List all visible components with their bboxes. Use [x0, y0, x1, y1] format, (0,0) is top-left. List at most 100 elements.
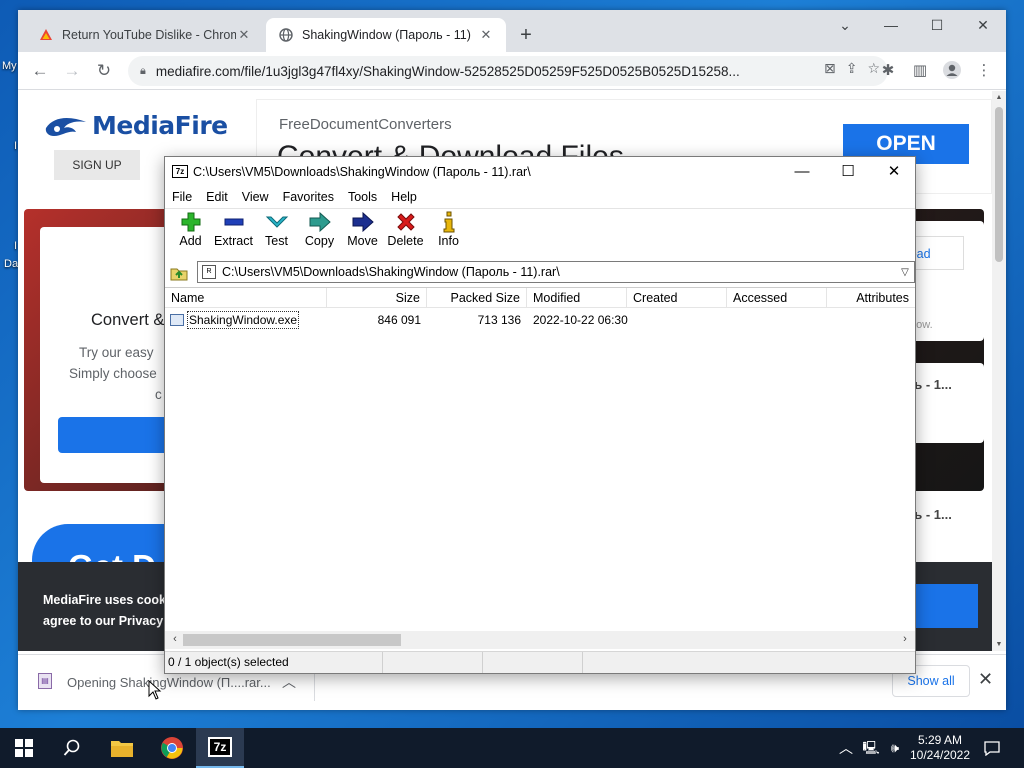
column-header-packed-size[interactable]: Packed Size [427, 288, 527, 307]
file-name[interactable]: ShakingWindow.exe [187, 311, 300, 329]
close-window-button[interactable]: ✕ [960, 10, 1006, 42]
mouse-cursor-icon [148, 680, 162, 700]
close-download-shelf-icon[interactable]: ✕ [978, 669, 993, 690]
horizontal-scrollbar[interactable]: ‹ › [165, 631, 915, 649]
column-header-created[interactable]: Created [627, 288, 727, 307]
profile-avatar-icon[interactable] [940, 60, 964, 84]
promo-card-text: c [155, 387, 162, 402]
table-row[interactable]: ShakingWindow.exe 846 091 713 136 2022-1… [165, 310, 915, 330]
lock-icon[interactable]: 🔒︎ [140, 65, 146, 78]
column-header-modified[interactable]: Modified [527, 288, 627, 307]
copy-button[interactable]: Copy [298, 210, 341, 256]
desktop-icon-label[interactable]: Da [4, 258, 18, 270]
tab-shakingwindow[interactable]: ShakingWindow (Пароль - 11) ✕ [266, 18, 506, 52]
download-item-status[interactable]: Opening ShakingWindow (П....rar... [67, 675, 271, 690]
folder-up-icon[interactable] [170, 263, 188, 281]
info-button[interactable]: Info [427, 210, 470, 256]
path-combobox[interactable]: R C:\Users\VM5\Downloads\ShakingWindow (… [197, 261, 915, 283]
status-cell [483, 652, 583, 673]
menu-bar: File Edit View Favorites Tools Help [165, 187, 915, 207]
start-button[interactable] [0, 728, 48, 768]
menu-file[interactable]: File [172, 187, 192, 207]
search-button[interactable] [48, 728, 96, 768]
column-header-accessed[interactable]: Accessed [727, 288, 827, 307]
url-text[interactable]: mediafire.com/file/1u3jgl3g47fl4xy/Shaki… [156, 64, 816, 79]
page-scrollbar[interactable]: ▲ ▼ [992, 91, 1006, 651]
maximize-button[interactable]: ☐ [825, 157, 871, 187]
promo-card-text: Try our easy [79, 345, 154, 360]
share-icon[interactable]: ⇪ [846, 60, 858, 77]
add-label: Add [179, 234, 202, 248]
show-hidden-icons-chevron-icon[interactable]: ︿ [836, 728, 856, 768]
7zip-taskbar-button[interactable]: 7z [196, 728, 244, 768]
minimize-button[interactable]: — [779, 157, 825, 187]
chrome-menu-icon[interactable]: ⋮ [972, 60, 996, 84]
network-icon[interactable]: 🖳︎ [860, 728, 882, 768]
column-header-attributes[interactable]: Attributes [827, 288, 915, 307]
file-explorer-button[interactable] [98, 728, 146, 768]
chevron-up-icon[interactable]: ︿ [282, 672, 296, 692]
scroll-right-arrow-icon[interactable]: › [897, 633, 913, 645]
minus-icon [212, 210, 255, 234]
logo-text: MediaFire [92, 111, 228, 140]
delete-button[interactable]: Delete [384, 210, 427, 256]
path-text[interactable]: C:\Users\VM5\Downloads\ShakingWindow (Па… [222, 265, 896, 279]
7zip-logo-icon: 7z [208, 737, 232, 757]
maximize-button[interactable]: ☐ [914, 10, 960, 42]
move-button[interactable]: Move [341, 210, 384, 256]
menu-view[interactable]: View [242, 187, 269, 207]
notification-center-icon[interactable] [980, 728, 1004, 768]
tab-strip: Return YouTube Dislike - Chrome ✕ Shakin… [18, 10, 1006, 52]
menu-tools[interactable]: Tools [348, 187, 377, 207]
promo-card-text: Simply choose [69, 366, 157, 381]
delete-x-icon [384, 210, 427, 234]
tab-close-icon[interactable]: ✕ [236, 27, 252, 43]
file-name-cell[interactable]: ShakingWindow.exe [165, 310, 327, 330]
blocked-popup-icon[interactable]: ⊠ [824, 60, 836, 77]
browser-toolbar: ← → ↻ 🔒︎ mediafire.com/file/1u3jgl3g47fl… [18, 52, 1006, 90]
address-bar[interactable]: 🔒︎ mediafire.com/file/1u3jgl3g47fl4xy/Sh… [128, 56, 888, 86]
scrollbar-thumb[interactable] [995, 107, 1003, 262]
sign-up-button[interactable]: SIGN UP [54, 150, 140, 180]
extract-button[interactable]: Extract [212, 210, 255, 256]
volume-icon[interactable]: 🕪︎ [884, 728, 906, 768]
scroll-left-arrow-icon[interactable]: ‹ [167, 633, 183, 645]
system-clock[interactable]: 5:29 AM 10/24/2022 [904, 733, 976, 763]
test-button[interactable]: Test [255, 210, 298, 256]
tab-youtube-dislike[interactable]: Return YouTube Dislike - Chrome ✕ [26, 18, 264, 52]
scrollbar-thumb[interactable] [183, 634, 401, 646]
selection-status: 0 / 1 object(s) selected [165, 652, 383, 673]
reload-icon[interactable]: ↻ [90, 58, 118, 84]
chevron-down-icon[interactable]: ▽ [896, 267, 914, 278]
minimize-button[interactable]: — [868, 10, 914, 42]
scroll-down-arrow-icon[interactable]: ▼ [992, 641, 1006, 648]
7zip-toolbar: Add Extract Test Copy Move Delete Info [165, 210, 915, 256]
desktop-icon-label[interactable]: My [2, 60, 17, 72]
desktop-icon-label[interactable]: I [14, 240, 17, 252]
close-window-button[interactable]: ✕ [871, 157, 917, 187]
tab-close-icon[interactable]: ✕ [478, 27, 494, 43]
mediafire-logo[interactable]: MediaFire [44, 111, 228, 140]
menu-help[interactable]: Help [391, 187, 417, 207]
extensions-puzzle-icon[interactable]: ✱ [876, 60, 900, 84]
add-button[interactable]: Add [169, 210, 212, 256]
scroll-up-arrow-icon[interactable]: ▲ [992, 94, 1006, 101]
7zip-title-bar[interactable]: 7z C:\Users\VM5\Downloads\ShakingWindow … [165, 157, 915, 187]
chrome-logo-icon [161, 737, 183, 759]
side-panel-icon[interactable]: ▥ [908, 60, 932, 84]
info-icon [427, 210, 470, 234]
column-header-name[interactable]: Name [165, 288, 327, 307]
menu-edit[interactable]: Edit [206, 187, 228, 207]
chrome-extension-icon [38, 27, 54, 43]
ad-brand: FreeDocumentConverters [279, 116, 452, 133]
tab-search-chevron-icon[interactable]: ⌄ [822, 10, 868, 42]
new-tab-button[interactable]: + [514, 24, 538, 48]
divider [165, 208, 915, 209]
back-arrow-icon[interactable]: ← [26, 58, 54, 84]
menu-favorites[interactable]: Favorites [283, 187, 334, 207]
column-header-size[interactable]: Size [327, 288, 427, 307]
rar-file-icon: ▤ [38, 673, 52, 689]
chrome-taskbar-button[interactable] [148, 728, 196, 768]
desktop-icon-label[interactable]: I [14, 140, 17, 152]
forward-arrow-icon[interactable]: → [58, 58, 86, 84]
